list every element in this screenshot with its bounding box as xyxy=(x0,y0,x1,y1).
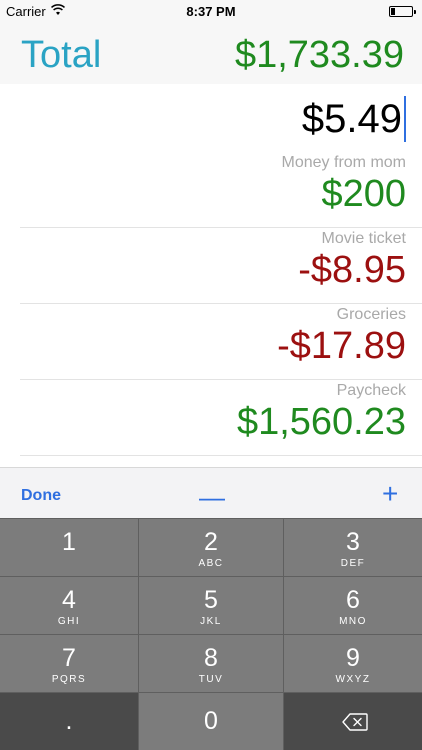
transaction-description: Money from mom xyxy=(281,154,406,171)
key-letters: PQRS xyxy=(51,674,87,685)
key-6[interactable]: 6 MNO xyxy=(284,577,422,634)
key-digit: 3 xyxy=(346,528,360,556)
backspace-icon xyxy=(342,713,368,731)
total-header: Total $1,733.39 xyxy=(0,24,422,84)
key-digit: 6 xyxy=(346,586,360,614)
key-4[interactable]: 4 GHI xyxy=(0,577,138,634)
amount-entry-field[interactable]: $5.49 xyxy=(0,84,422,152)
clock: 8:37 PM xyxy=(186,4,236,19)
key-letters: JKL xyxy=(200,616,222,627)
total-amount: $1,733.39 xyxy=(234,34,404,76)
key-digit: 2 xyxy=(204,528,218,556)
key-0[interactable]: 0 xyxy=(139,693,283,750)
key-letters: DEF xyxy=(340,558,366,569)
key-digit: 7 xyxy=(62,644,76,672)
transaction-amount: -$8.95 xyxy=(298,249,406,291)
key-letters: TUV xyxy=(198,674,224,685)
key-5[interactable]: 5 JKL xyxy=(139,577,283,634)
key-9[interactable]: 9 WXYZ xyxy=(284,635,422,692)
transaction-row[interactable]: Movie ticket -$8.95 xyxy=(20,228,422,304)
key-symbol: . xyxy=(65,707,73,735)
transaction-row[interactable]: Groceries -$17.89 xyxy=(20,304,422,380)
key-letters: WXYZ xyxy=(335,674,371,685)
amount-entry-value[interactable]: $5.49 xyxy=(302,97,402,142)
key-letters: MNO xyxy=(339,616,367,627)
key-letters: ABC xyxy=(198,558,224,569)
transaction-description: Paycheck xyxy=(336,382,406,399)
keyboard-accessory-bar: Done — + xyxy=(0,467,422,518)
done-button[interactable]: Done xyxy=(21,487,61,505)
battery-icon xyxy=(389,6,416,17)
status-bar: Carrier 8:37 PM xyxy=(0,0,422,24)
key-8[interactable]: 8 TUV xyxy=(139,635,283,692)
key-7[interactable]: 7 PQRS xyxy=(0,635,138,692)
key-decimal-point[interactable]: . xyxy=(0,693,138,750)
key-digit: 9 xyxy=(346,644,360,672)
transaction-row[interactable]: Money from mom $200 xyxy=(20,152,422,228)
key-delete[interactable] xyxy=(284,693,422,750)
plus-button[interactable]: + xyxy=(382,478,398,510)
transaction-description: Groceries xyxy=(336,306,406,323)
key-2[interactable]: 2 ABC xyxy=(139,519,283,576)
key-digit: 1 xyxy=(62,528,76,556)
key-letters: GHI xyxy=(57,616,81,627)
key-digit: 0 xyxy=(204,707,218,735)
key-1[interactable]: 1 xyxy=(0,519,138,576)
transaction-row[interactable]: Paycheck $1,560.23 xyxy=(20,380,422,456)
key-3[interactable]: 3 DEF xyxy=(284,519,422,576)
number-keypad: 1 2 ABC 3 DEF 4 GHI 5 JKL 6 MNO 7 PQRS 8… xyxy=(0,518,422,750)
transaction-amount: $1,560.23 xyxy=(236,401,406,443)
transaction-list: Money from mom $200 Movie ticket -$8.95 … xyxy=(0,152,422,456)
text-caret xyxy=(404,96,406,142)
key-digit: 8 xyxy=(204,644,218,672)
transaction-description: Movie ticket xyxy=(321,230,406,247)
minus-button[interactable]: — xyxy=(199,482,225,513)
key-digit: 4 xyxy=(62,586,76,614)
total-label: Total xyxy=(21,34,102,76)
transaction-amount: $200 xyxy=(321,173,406,215)
transaction-amount: -$17.89 xyxy=(277,325,406,367)
key-digit: 5 xyxy=(204,586,218,614)
